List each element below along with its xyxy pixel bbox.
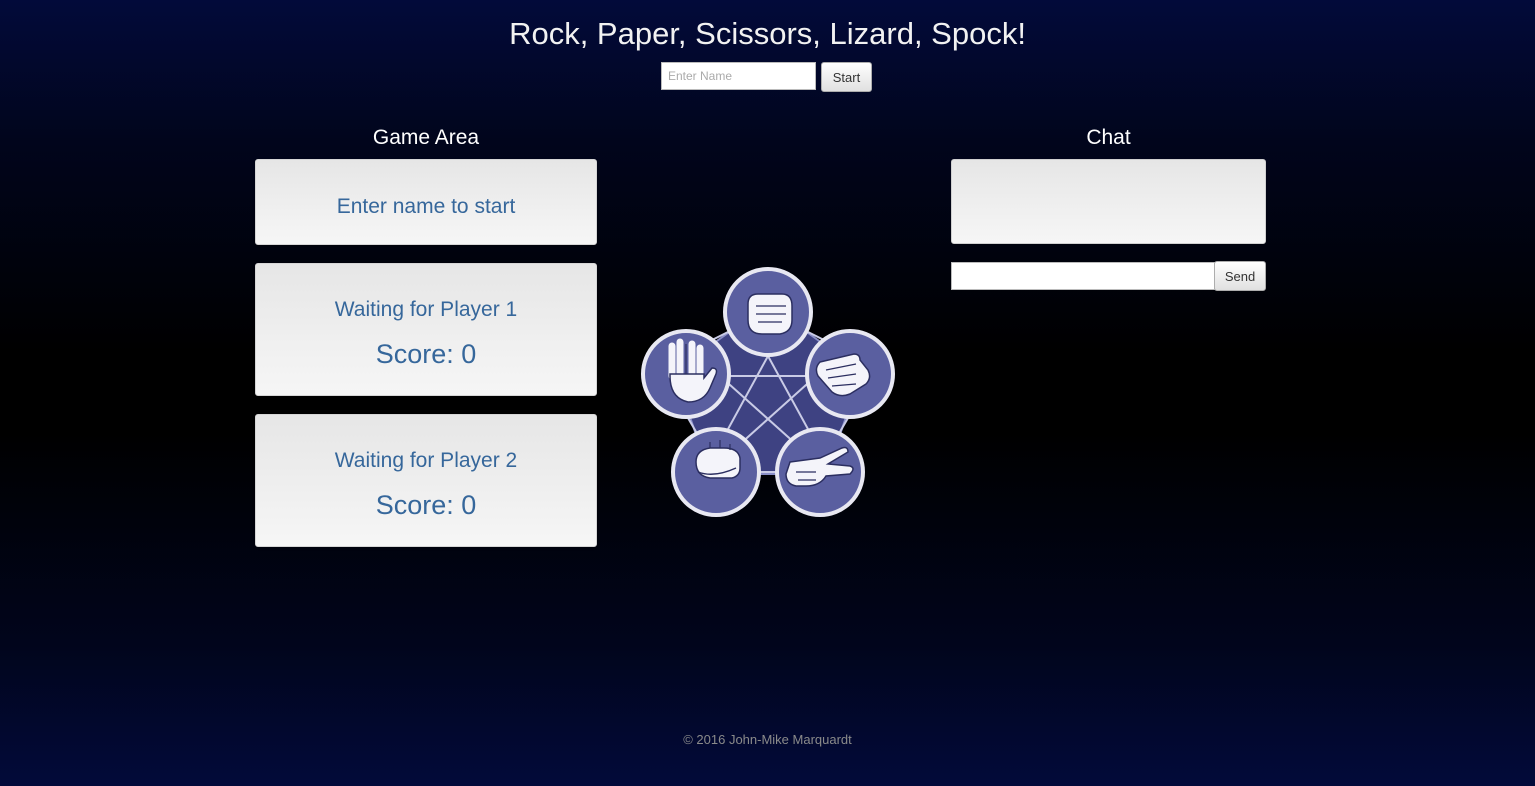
name-input[interactable] — [661, 62, 816, 90]
rpsls-diagram — [641, 267, 895, 517]
send-button[interactable]: Send — [1214, 261, 1266, 291]
chat-log[interactable] — [951, 159, 1266, 244]
lizard-hand-icon — [671, 427, 761, 517]
game-status-panel: Enter name to start — [255, 159, 597, 245]
footer-copyright: © 2016 John-Mike Marquardt — [683, 732, 852, 747]
game-area-heading: Game Area — [372, 126, 480, 149]
chat-heading: Chat — [1086, 126, 1131, 149]
spock-hand-icon — [641, 329, 731, 419]
player-2-name: Waiting for Player 2 — [334, 449, 518, 472]
page-title: Rock, Paper, Scissors, Lizard, Spock! — [509, 16, 1026, 51]
player-2-score: Score: 0 — [375, 490, 477, 520]
chat-input[interactable] — [951, 262, 1215, 290]
game-status-message: Enter name to start — [336, 195, 516, 218]
start-button[interactable]: Start — [821, 62, 872, 92]
player-2-panel: Waiting for Player 2 Score: 0 — [255, 414, 597, 547]
paper-hand-icon — [805, 329, 895, 419]
player-1-name: Waiting for Player 1 — [334, 298, 518, 321]
player-1-score: Score: 0 — [375, 339, 477, 369]
rock-hand-icon — [723, 267, 813, 357]
player-1-panel: Waiting for Player 1 Score: 0 — [255, 263, 597, 396]
scissors-hand-icon — [775, 427, 865, 517]
